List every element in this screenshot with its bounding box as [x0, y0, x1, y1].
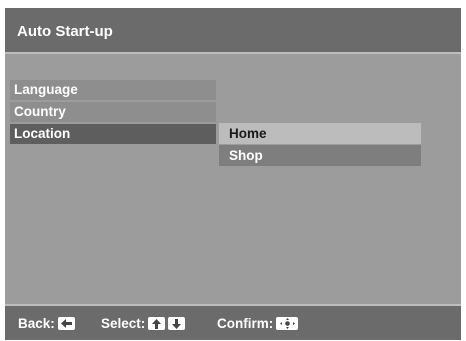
- auto-startup-screen: Auto Start-up Language Country Location …: [5, 8, 461, 340]
- left-arrow-key-icon: [57, 317, 75, 330]
- confirm-label: Confirm:: [217, 316, 274, 331]
- location-submenu: Home Shop: [219, 123, 421, 167]
- setup-menu: Language Country Location: [10, 80, 216, 146]
- select-label: Select:: [101, 316, 146, 331]
- page-title: Auto Start-up: [17, 23, 113, 40]
- ok-key-icon: [276, 317, 299, 330]
- menu-item-location[interactable]: Location: [10, 124, 216, 144]
- confirm-hint: Confirm:: [217, 316, 299, 331]
- title-divider: [5, 52, 461, 54]
- title-bar: Auto Start-up: [5, 8, 461, 52]
- up-arrow-key-icon: [148, 317, 166, 330]
- select-hint: Select:: [101, 316, 186, 331]
- back-hint: Back:: [18, 316, 75, 331]
- menu-item-country[interactable]: Country: [10, 102, 216, 122]
- back-label: Back:: [18, 316, 55, 331]
- footer-hint-bar: Back: Select: Confirm:: [5, 306, 461, 340]
- menu-item-language[interactable]: Language: [10, 80, 216, 100]
- submenu-item-shop[interactable]: Shop: [219, 145, 421, 166]
- submenu-item-home[interactable]: Home: [219, 123, 421, 144]
- down-arrow-key-icon: [168, 317, 186, 330]
